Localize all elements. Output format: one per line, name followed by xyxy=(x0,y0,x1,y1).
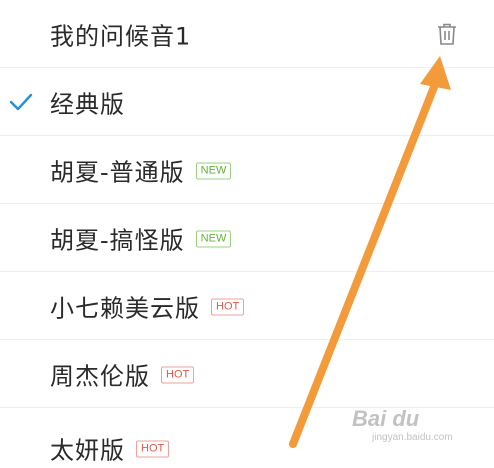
ringtone-name: 小七赖美云版 HOT xyxy=(50,288,245,323)
new-badge: NEW xyxy=(195,162,232,179)
list-item[interactable]: 胡夏-搞怪版 NEW xyxy=(0,204,494,272)
hot-badge: HOT xyxy=(161,366,195,383)
list-item[interactable]: 经典版 xyxy=(0,68,494,136)
watermark-url: jingyan.baidu.com xyxy=(372,432,453,443)
ringtone-name: 胡夏-搞怪版 NEW xyxy=(50,220,232,255)
ringtone-name: 经典版 xyxy=(50,90,125,118)
list-item[interactable]: 小七赖美云版 HOT xyxy=(0,272,494,340)
checkmark-icon xyxy=(9,93,33,110)
ringtone-name: 我的问候音1 xyxy=(50,22,192,50)
list-item[interactable]: 周杰伦版 HOT xyxy=(0,340,494,408)
hot-badge: HOT xyxy=(136,440,170,458)
hot-badge: HOT xyxy=(211,298,245,315)
baidu-watermark: Bai du jingyan.baidu.com xyxy=(352,406,482,450)
ringtone-name: 胡夏-普通版 NEW xyxy=(50,152,232,187)
trash-icon[interactable] xyxy=(436,22,458,46)
list-item[interactable]: 胡夏-普通版 NEW xyxy=(0,136,494,204)
list-item[interactable]: 我的问候音1 xyxy=(0,0,494,68)
ringtone-name: 周杰伦版 HOT xyxy=(50,356,195,391)
watermark-logo: Bai du xyxy=(352,406,420,431)
ringtone-name: 太妍版 HOT xyxy=(50,431,170,466)
new-badge: NEW xyxy=(195,230,232,247)
